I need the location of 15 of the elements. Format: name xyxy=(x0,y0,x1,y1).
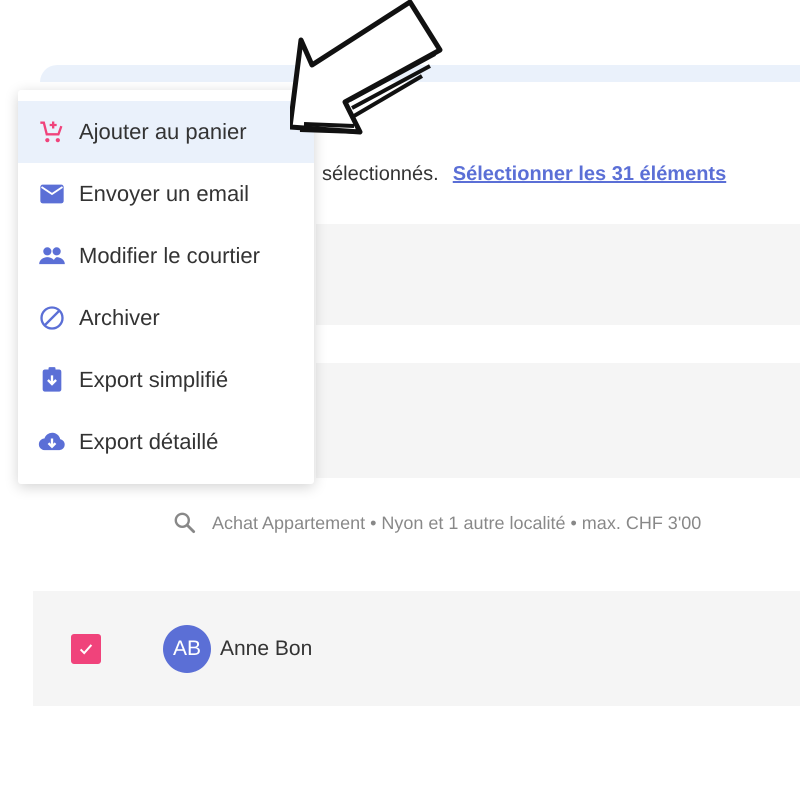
contact-name: Anne Bon xyxy=(220,636,312,660)
select-all-link[interactable]: Sélectionner les 31 éléments xyxy=(452,162,726,186)
menu-item[interactable]: Export détaillé xyxy=(18,411,314,473)
avatar: AB xyxy=(163,624,211,672)
menu-item[interactable]: Ajouter au panier xyxy=(18,101,314,163)
table-row[interactable]: AB Anne Bon xyxy=(33,591,800,706)
checkbox[interactable] xyxy=(71,634,101,664)
menu-item[interactable]: Envoyer un email xyxy=(18,163,314,225)
menu-item[interactable]: Export simplifié xyxy=(18,349,314,411)
search-summary: Achat Appartement • Nyon et 1 autre localité • max. CHF 3'00 xyxy=(212,512,702,534)
menu-item[interactable]: Modifier le courtier xyxy=(18,225,314,287)
menu-item[interactable]: Archiver xyxy=(18,287,314,349)
search-icon xyxy=(172,510,198,536)
block-icon xyxy=(38,304,66,332)
selection-text: sélectionnés. xyxy=(322,162,439,186)
